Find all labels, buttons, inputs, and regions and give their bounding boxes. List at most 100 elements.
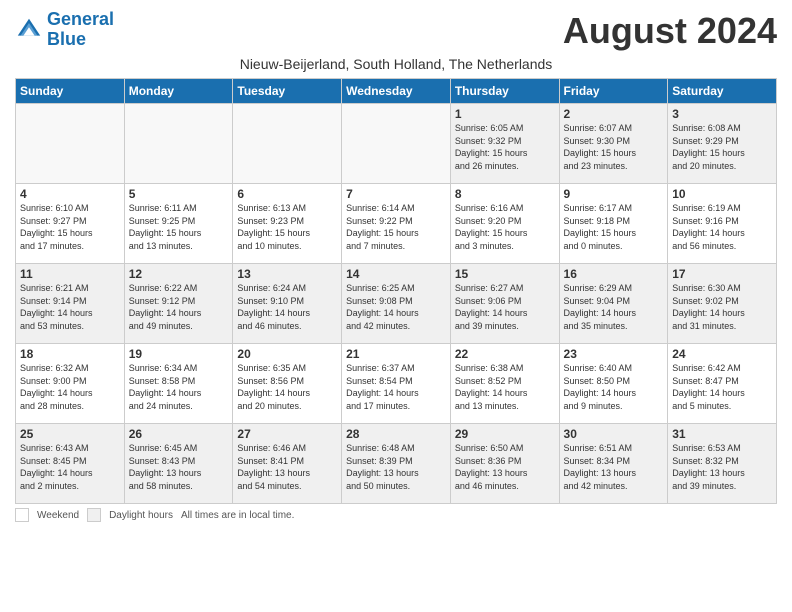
calendar-cell: 22Sunrise: 6:38 AMSunset: 8:52 PMDayligh… xyxy=(450,344,559,424)
calendar-cell: 30Sunrise: 6:51 AMSunset: 8:34 PMDayligh… xyxy=(559,424,668,504)
day-info: Sunrise: 6:35 AMSunset: 8:56 PMDaylight:… xyxy=(237,362,337,412)
day-number: 26 xyxy=(129,427,229,441)
day-number: 4 xyxy=(20,187,120,201)
day-number: 19 xyxy=(129,347,229,361)
calendar-cell: 29Sunrise: 6:50 AMSunset: 8:36 PMDayligh… xyxy=(450,424,559,504)
day-number: 30 xyxy=(564,427,664,441)
legend-white-box xyxy=(15,508,29,522)
calendar-cell: 20Sunrise: 6:35 AMSunset: 8:56 PMDayligh… xyxy=(233,344,342,424)
day-info: Sunrise: 6:45 AMSunset: 8:43 PMDaylight:… xyxy=(129,442,229,492)
day-number: 12 xyxy=(129,267,229,281)
legend-white-label: Weekend xyxy=(37,510,79,521)
calendar-cell: 23Sunrise: 6:40 AMSunset: 8:50 PMDayligh… xyxy=(559,344,668,424)
calendar-cell: 14Sunrise: 6:25 AMSunset: 9:08 PMDayligh… xyxy=(342,264,451,344)
day-number: 6 xyxy=(237,187,337,201)
day-number: 31 xyxy=(672,427,772,441)
day-number: 22 xyxy=(455,347,555,361)
header-row: General Blue August 2024 xyxy=(15,10,777,52)
calendar-cell: 24Sunrise: 6:42 AMSunset: 8:47 PMDayligh… xyxy=(668,344,777,424)
day-info: Sunrise: 6:25 AMSunset: 9:08 PMDaylight:… xyxy=(346,282,446,332)
month-title: August 2024 xyxy=(563,10,777,52)
calendar-cell: 7Sunrise: 6:14 AMSunset: 9:22 PMDaylight… xyxy=(342,184,451,264)
calendar-cell: 16Sunrise: 6:29 AMSunset: 9:04 PMDayligh… xyxy=(559,264,668,344)
weekday-header-row: SundayMondayTuesdayWednesdayThursdayFrid… xyxy=(16,79,777,104)
day-number: 27 xyxy=(237,427,337,441)
day-info: Sunrise: 6:40 AMSunset: 8:50 PMDaylight:… xyxy=(564,362,664,412)
calendar-cell: 21Sunrise: 6:37 AMSunset: 8:54 PMDayligh… xyxy=(342,344,451,424)
day-info: Sunrise: 6:37 AMSunset: 8:54 PMDaylight:… xyxy=(346,362,446,412)
day-number: 18 xyxy=(20,347,120,361)
calendar-cell: 15Sunrise: 6:27 AMSunset: 9:06 PMDayligh… xyxy=(450,264,559,344)
calendar-cell: 26Sunrise: 6:45 AMSunset: 8:43 PMDayligh… xyxy=(124,424,233,504)
legend: Weekend Daylight hours All times are in … xyxy=(15,508,777,522)
calendar-cell xyxy=(342,104,451,184)
day-number: 24 xyxy=(672,347,772,361)
day-number: 10 xyxy=(672,187,772,201)
calendar-cell: 28Sunrise: 6:48 AMSunset: 8:39 PMDayligh… xyxy=(342,424,451,504)
day-number: 15 xyxy=(455,267,555,281)
weekday-header-sunday: Sunday xyxy=(16,79,125,104)
day-info: Sunrise: 6:34 AMSunset: 8:58 PMDaylight:… xyxy=(129,362,229,412)
logo: General Blue xyxy=(15,10,114,50)
day-info: Sunrise: 6:19 AMSunset: 9:16 PMDaylight:… xyxy=(672,202,772,252)
calendar-cell: 18Sunrise: 6:32 AMSunset: 9:00 PMDayligh… xyxy=(16,344,125,424)
day-number: 3 xyxy=(672,107,772,121)
day-info: Sunrise: 6:17 AMSunset: 9:18 PMDaylight:… xyxy=(564,202,664,252)
calendar-cell: 17Sunrise: 6:30 AMSunset: 9:02 PMDayligh… xyxy=(668,264,777,344)
day-info: Sunrise: 6:48 AMSunset: 8:39 PMDaylight:… xyxy=(346,442,446,492)
calendar-cell: 9Sunrise: 6:17 AMSunset: 9:18 PMDaylight… xyxy=(559,184,668,264)
legend-note: All times are in local time. xyxy=(181,510,294,521)
day-info: Sunrise: 6:30 AMSunset: 9:02 PMDaylight:… xyxy=(672,282,772,332)
logo-text: General Blue xyxy=(47,10,114,50)
day-info: Sunrise: 6:16 AMSunset: 9:20 PMDaylight:… xyxy=(455,202,555,252)
day-info: Sunrise: 6:43 AMSunset: 8:45 PMDaylight:… xyxy=(20,442,120,492)
day-info: Sunrise: 6:50 AMSunset: 8:36 PMDaylight:… xyxy=(455,442,555,492)
day-number: 17 xyxy=(672,267,772,281)
calendar-cell: 2Sunrise: 6:07 AMSunset: 9:30 PMDaylight… xyxy=(559,104,668,184)
day-info: Sunrise: 6:08 AMSunset: 9:29 PMDaylight:… xyxy=(672,122,772,172)
calendar-cell: 8Sunrise: 6:16 AMSunset: 9:20 PMDaylight… xyxy=(450,184,559,264)
calendar-cell: 3Sunrise: 6:08 AMSunset: 9:29 PMDaylight… xyxy=(668,104,777,184)
day-info: Sunrise: 6:22 AMSunset: 9:12 PMDaylight:… xyxy=(129,282,229,332)
calendar-cell xyxy=(233,104,342,184)
weekday-header-tuesday: Tuesday xyxy=(233,79,342,104)
calendar-cell: 6Sunrise: 6:13 AMSunset: 9:23 PMDaylight… xyxy=(233,184,342,264)
day-info: Sunrise: 6:07 AMSunset: 9:30 PMDaylight:… xyxy=(564,122,664,172)
calendar-cell: 19Sunrise: 6:34 AMSunset: 8:58 PMDayligh… xyxy=(124,344,233,424)
day-info: Sunrise: 6:53 AMSunset: 8:32 PMDaylight:… xyxy=(672,442,772,492)
calendar-cell: 25Sunrise: 6:43 AMSunset: 8:45 PMDayligh… xyxy=(16,424,125,504)
day-info: Sunrise: 6:42 AMSunset: 8:47 PMDaylight:… xyxy=(672,362,772,412)
day-info: Sunrise: 6:27 AMSunset: 9:06 PMDaylight:… xyxy=(455,282,555,332)
calendar-cell: 27Sunrise: 6:46 AMSunset: 8:41 PMDayligh… xyxy=(233,424,342,504)
day-number: 21 xyxy=(346,347,446,361)
day-number: 13 xyxy=(237,267,337,281)
day-number: 29 xyxy=(455,427,555,441)
day-info: Sunrise: 6:24 AMSunset: 9:10 PMDaylight:… xyxy=(237,282,337,332)
logo-icon xyxy=(15,16,43,44)
day-number: 25 xyxy=(20,427,120,441)
calendar-cell: 12Sunrise: 6:22 AMSunset: 9:12 PMDayligh… xyxy=(124,264,233,344)
day-info: Sunrise: 6:21 AMSunset: 9:14 PMDaylight:… xyxy=(20,282,120,332)
day-info: Sunrise: 6:29 AMSunset: 9:04 PMDaylight:… xyxy=(564,282,664,332)
calendar-cell: 4Sunrise: 6:10 AMSunset: 9:27 PMDaylight… xyxy=(16,184,125,264)
day-number: 8 xyxy=(455,187,555,201)
calendar-table: SundayMondayTuesdayWednesdayThursdayFrid… xyxy=(15,78,777,504)
day-number: 16 xyxy=(564,267,664,281)
day-info: Sunrise: 6:10 AMSunset: 9:27 PMDaylight:… xyxy=(20,202,120,252)
weekday-header-saturday: Saturday xyxy=(668,79,777,104)
day-info: Sunrise: 6:38 AMSunset: 8:52 PMDaylight:… xyxy=(455,362,555,412)
week-row-1: 1Sunrise: 6:05 AMSunset: 9:32 PMDaylight… xyxy=(16,104,777,184)
calendar-cell: 5Sunrise: 6:11 AMSunset: 9:25 PMDaylight… xyxy=(124,184,233,264)
day-number: 5 xyxy=(129,187,229,201)
week-row-4: 18Sunrise: 6:32 AMSunset: 9:00 PMDayligh… xyxy=(16,344,777,424)
day-info: Sunrise: 6:46 AMSunset: 8:41 PMDaylight:… xyxy=(237,442,337,492)
day-number: 23 xyxy=(564,347,664,361)
day-number: 7 xyxy=(346,187,446,201)
day-info: Sunrise: 6:13 AMSunset: 9:23 PMDaylight:… xyxy=(237,202,337,252)
day-number: 11 xyxy=(20,267,120,281)
calendar-cell xyxy=(16,104,125,184)
day-info: Sunrise: 6:11 AMSunset: 9:25 PMDaylight:… xyxy=(129,202,229,252)
calendar-cell: 13Sunrise: 6:24 AMSunset: 9:10 PMDayligh… xyxy=(233,264,342,344)
day-info: Sunrise: 6:51 AMSunset: 8:34 PMDaylight:… xyxy=(564,442,664,492)
week-row-2: 4Sunrise: 6:10 AMSunset: 9:27 PMDaylight… xyxy=(16,184,777,264)
